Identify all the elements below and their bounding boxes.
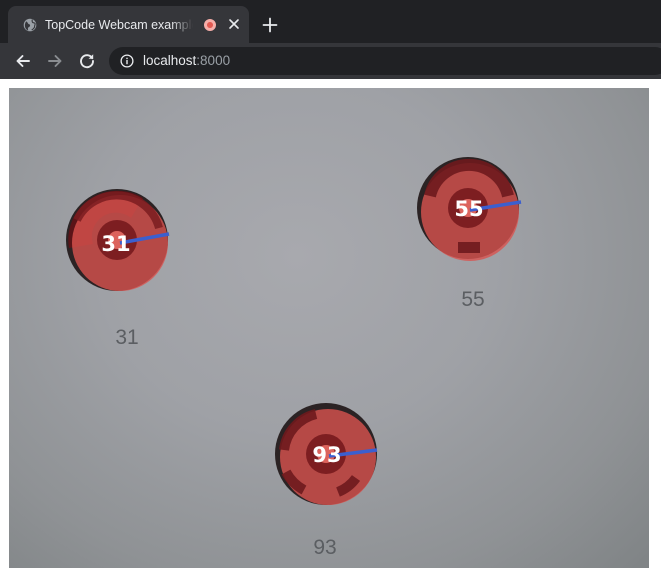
- tab-title: TopCode Webcam example using: [45, 18, 193, 32]
- browser-toolbar: localhost:8000: [0, 43, 661, 79]
- topcode-overlay-label: 55: [454, 197, 483, 221]
- printed-code-label: 93: [313, 536, 336, 559]
- printed-code-label: 55: [461, 288, 484, 311]
- back-arrow-icon[interactable]: [13, 51, 33, 71]
- topcode-overlay-label: 93: [312, 443, 341, 467]
- webcam-canvas[interactable]: 31 31 55 55 93 93: [9, 88, 649, 568]
- topcode-overlay-label: 31: [101, 232, 130, 256]
- url-port: :8000: [196, 53, 231, 68]
- url-text[interactable]: localhost:8000: [143, 52, 230, 70]
- topcode-marker-93: 93: [275, 403, 378, 505]
- page-content: 31 31 55 55 93 93: [0, 79, 661, 573]
- globe-icon: [23, 18, 37, 32]
- address-bar[interactable]: localhost:8000: [109, 47, 661, 75]
- close-icon[interactable]: [226, 16, 242, 32]
- forward-arrow-icon[interactable]: [45, 51, 65, 71]
- printed-code-label: 31: [115, 326, 138, 349]
- recording-icon: [204, 19, 216, 31]
- plus-icon[interactable]: [261, 16, 279, 34]
- info-icon[interactable]: [120, 54, 134, 68]
- browser-tab[interactable]: TopCode Webcam example using: [8, 6, 249, 43]
- reload-icon[interactable]: [77, 51, 97, 71]
- topcode-marker-55: 55: [417, 157, 522, 261]
- webcam-overlay: 31 31 55 55 93 93: [66, 157, 522, 559]
- topcode-marker-31: 31: [66, 189, 170, 291]
- tab-strip: TopCode Webcam example using: [0, 0, 661, 43]
- url-host: localhost: [143, 53, 197, 68]
